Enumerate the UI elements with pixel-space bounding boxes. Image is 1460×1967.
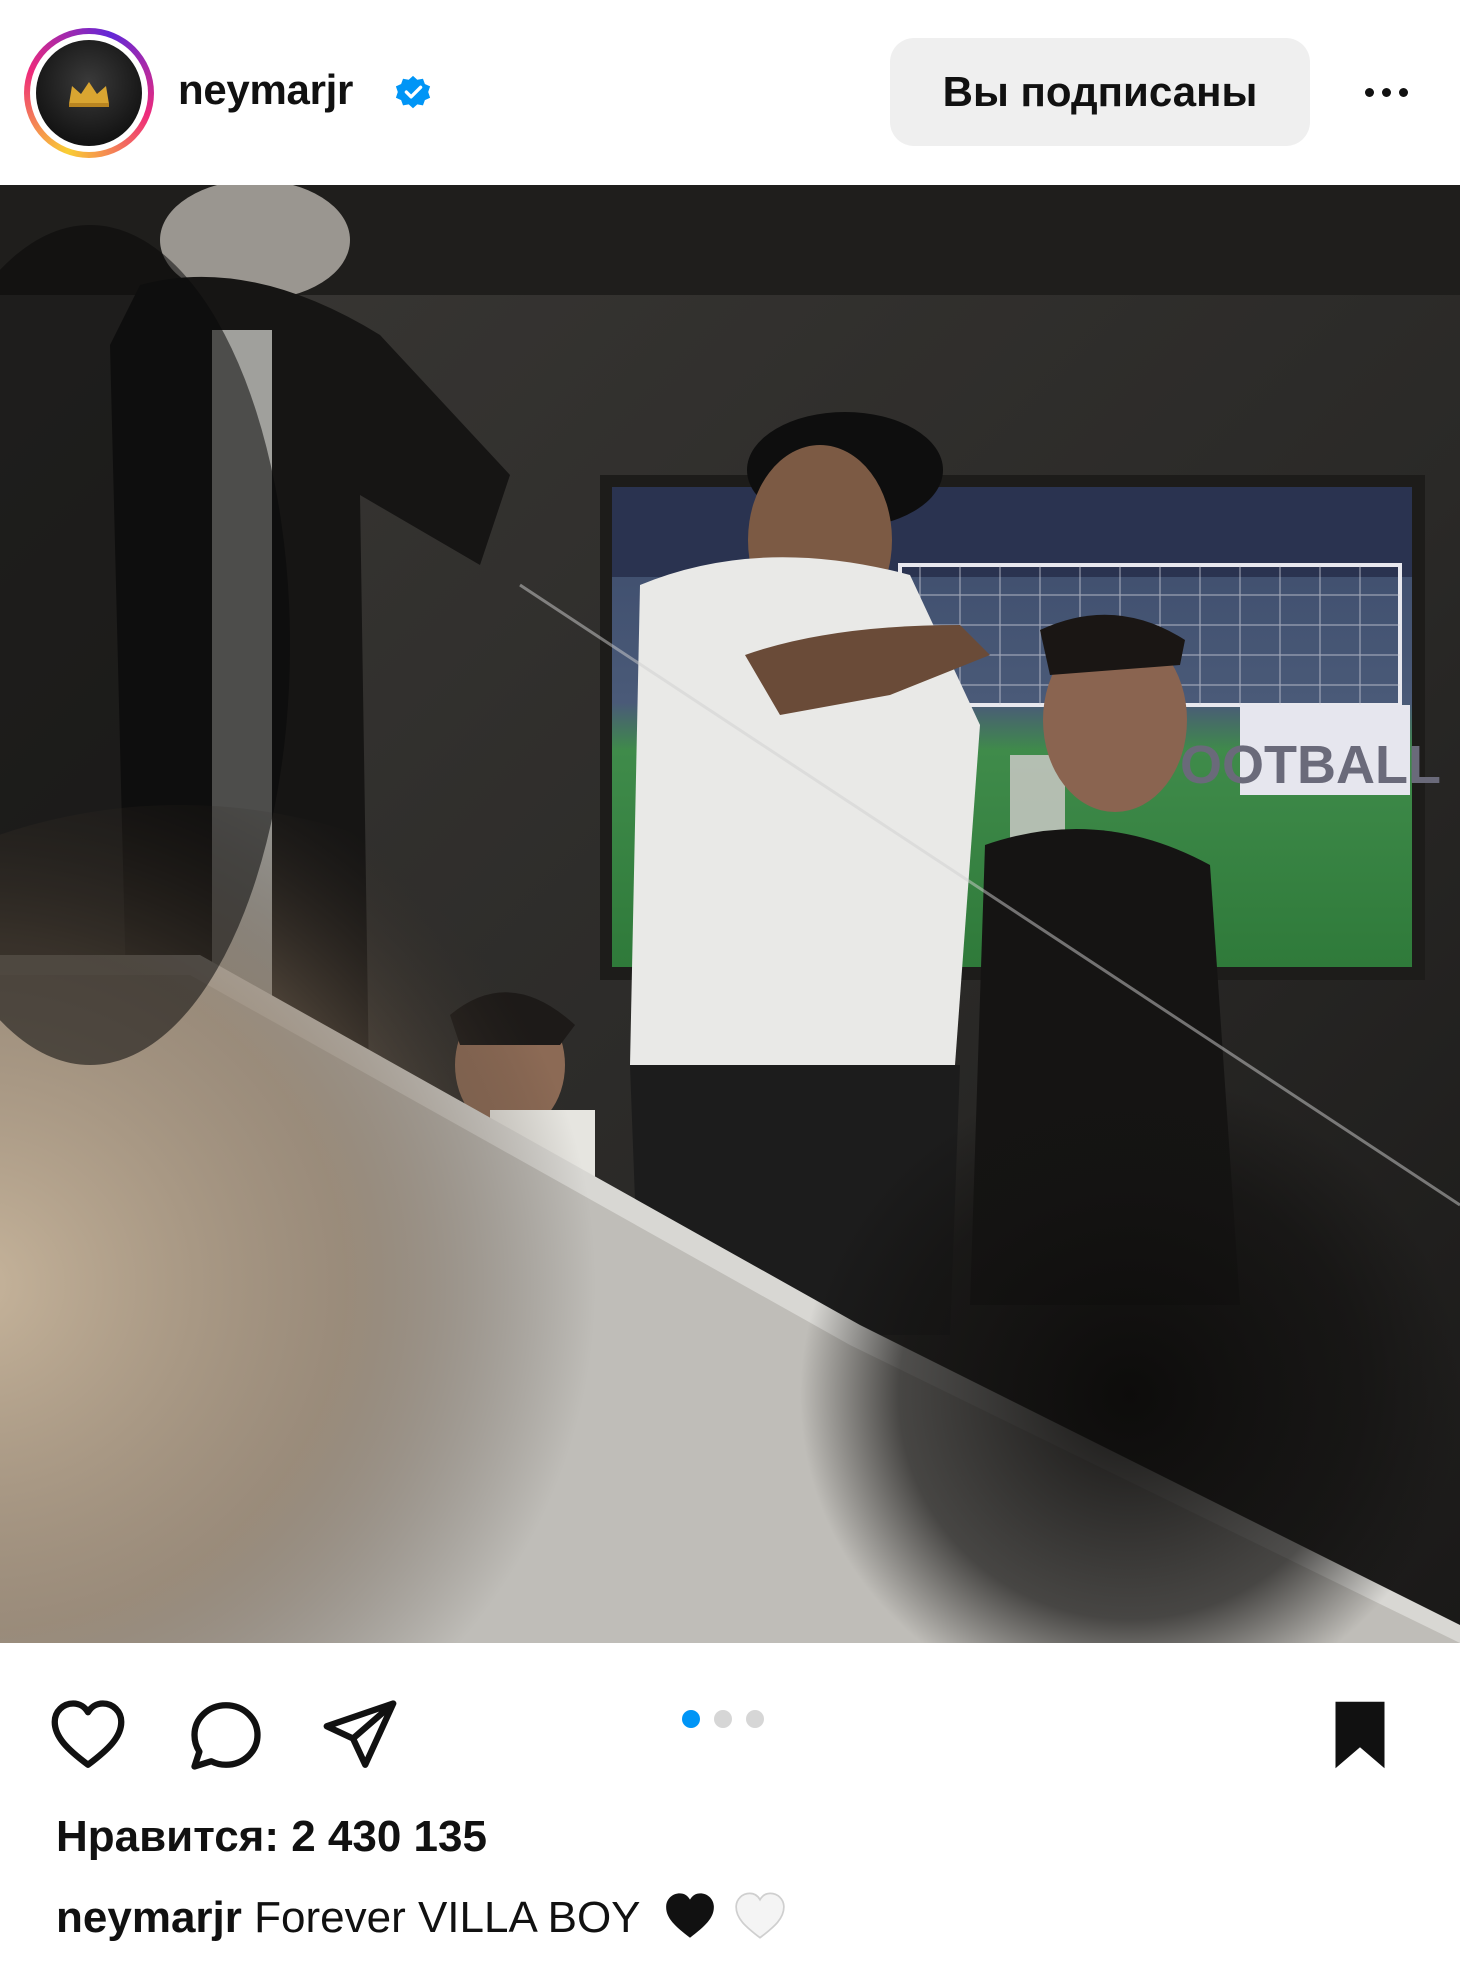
carousel-dot xyxy=(746,1710,764,1728)
following-button[interactable]: Вы подписаны xyxy=(890,38,1310,146)
carousel-dot xyxy=(714,1710,732,1728)
caption-text: Forever VILLA BOY xyxy=(254,1893,640,1942)
crown-icon xyxy=(69,82,109,107)
screen-text: OOTBALL xyxy=(1180,735,1441,795)
post-photo[interactable]: OOTBALL xyxy=(0,185,1460,1643)
caption-username[interactable]: neymarjr xyxy=(56,1893,242,1942)
black-heart-icon xyxy=(666,1893,714,1938)
heart-icon[interactable] xyxy=(46,1693,130,1777)
comment-icon[interactable] xyxy=(184,1693,268,1777)
more-icon[interactable] xyxy=(1346,70,1426,114)
story-ring[interactable] xyxy=(24,28,154,158)
post-header: neymarjr Вы подписаны xyxy=(0,0,1460,185)
likes-count[interactable]: Нравится: 2 430 135 xyxy=(56,1812,487,1862)
white-heart-icon xyxy=(735,1892,785,1939)
verified-icon xyxy=(395,75,431,109)
username[interactable]: neymarjr xyxy=(178,66,353,114)
carousel-dot xyxy=(682,1710,700,1728)
bookmark-icon[interactable] xyxy=(1318,1693,1402,1777)
photo-image: OOTBALL xyxy=(0,185,1460,1643)
post-caption: neymarjr Forever VILLA BOY xyxy=(56,1890,788,1943)
share-icon[interactable] xyxy=(318,1693,402,1777)
carousel-indicator xyxy=(682,1710,764,1728)
avatar[interactable] xyxy=(36,40,142,146)
